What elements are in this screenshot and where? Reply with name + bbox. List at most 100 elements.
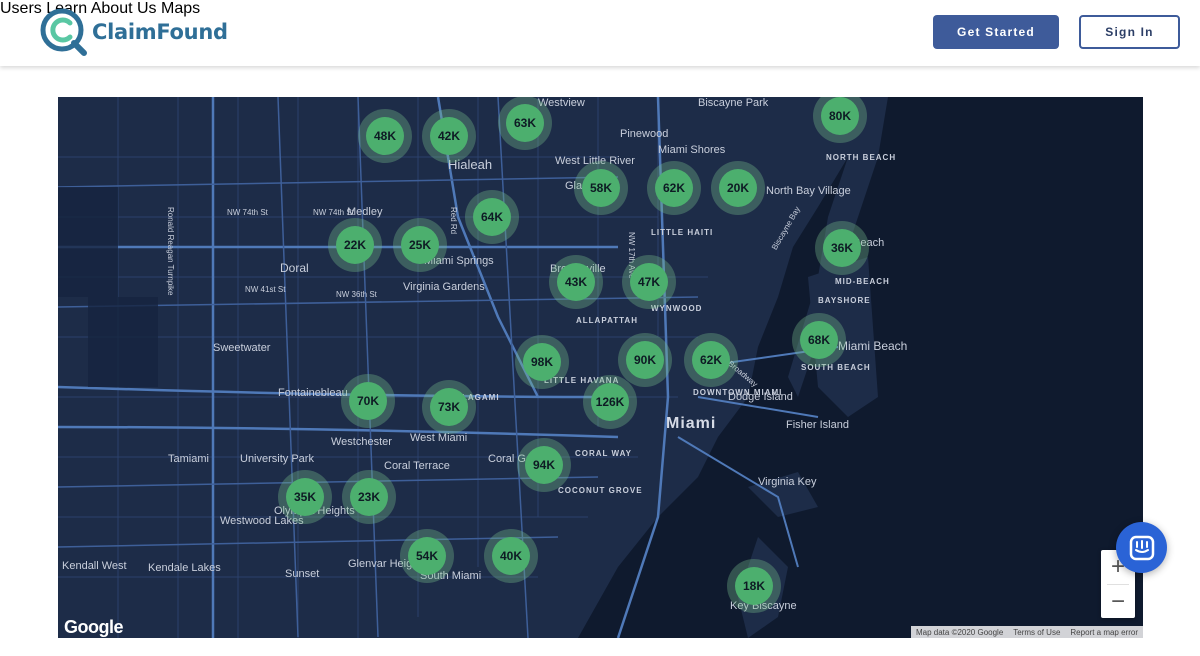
claim-cluster[interactable]: 70K xyxy=(341,374,395,428)
claim-cluster[interactable]: 58K xyxy=(574,161,628,215)
place-label: Sunset xyxy=(285,568,320,580)
cluster-count: 63K xyxy=(506,104,544,142)
cluster-count: 73K xyxy=(430,388,468,426)
chat-icon xyxy=(1129,535,1154,560)
cluster-count: 43K xyxy=(557,263,595,301)
place-label: West Miami xyxy=(410,432,468,444)
road-label: NW 41st St xyxy=(245,285,286,294)
claim-cluster[interactable]: 73K xyxy=(422,380,476,434)
cluster-count: 35K xyxy=(286,478,324,516)
place-label: Fontainebleau xyxy=(278,387,348,399)
road-label: NW 36th St xyxy=(336,290,377,299)
neighborhood-label: BAYSHORE xyxy=(818,296,871,305)
claim-cluster[interactable]: 63K xyxy=(498,97,552,150)
claim-cluster[interactable]: 90K xyxy=(618,333,672,387)
neighborhood-label: NORTH BEACH xyxy=(826,153,897,162)
place-label: Sweetwater xyxy=(213,342,271,354)
neighborhood-label: CORAL WAY xyxy=(575,449,633,458)
map-data-credit: Map data ©2020 Google xyxy=(915,627,1004,637)
claim-cluster[interactable]: 62K xyxy=(647,161,701,215)
neighborhood-label: ALLAPATTAH xyxy=(576,316,638,325)
get-started-button[interactable]: Get Started xyxy=(933,15,1059,49)
place-label: Westchester xyxy=(331,436,392,448)
place-label: University Park xyxy=(240,453,314,465)
cluster-count: 68K xyxy=(800,321,838,359)
chat-launcher-button[interactable] xyxy=(1116,522,1167,573)
report-error-link[interactable]: Report a map error xyxy=(1070,628,1138,637)
cluster-count: 94K xyxy=(525,446,563,484)
claim-cluster[interactable]: 43K xyxy=(549,255,603,309)
claim-cluster[interactable]: 68K xyxy=(792,313,846,367)
claim-cluster[interactable]: 20K xyxy=(711,161,765,215)
map-attribution: Map data ©2020 Google Terms of Use Repor… xyxy=(910,626,1143,638)
claim-cluster[interactable]: 47K xyxy=(622,255,676,309)
cluster-count: 80K xyxy=(821,97,859,135)
claim-cluster[interactable]: 64K xyxy=(465,190,519,244)
claims-map[interactable]: Hialeah Miami Shores Pinewood West Littl… xyxy=(58,97,1143,638)
place-label: Fisher Island xyxy=(786,419,849,431)
place-label: Tamiami xyxy=(168,453,209,465)
zoom-out-button[interactable]: − xyxy=(1101,585,1135,619)
road-label: Red Rd xyxy=(449,207,458,235)
claim-cluster[interactable]: 36K xyxy=(815,221,869,275)
claim-cluster[interactable]: 23K xyxy=(342,470,396,524)
cluster-count: 126K xyxy=(591,383,629,421)
neighborhood-label: LITTLE HAITI xyxy=(651,228,714,237)
site-header: ClaimFound Users Learn About Us Maps Get… xyxy=(0,0,1200,66)
nav-users[interactable]: Users xyxy=(0,0,42,17)
place-label: Miami Beach xyxy=(838,339,908,353)
road-label: Ronald Reagan Turnpike xyxy=(166,207,175,296)
logo[interactable]: ClaimFound xyxy=(40,8,228,56)
claim-cluster[interactable]: 18K xyxy=(727,559,781,613)
cluster-count: 70K xyxy=(349,382,387,420)
cluster-count: 18K xyxy=(735,567,773,605)
neighborhood-label: COCONUT GROVE xyxy=(558,486,643,495)
cluster-count: 64K xyxy=(473,198,511,236)
neighborhood-label: DOWNTOWN MIAMI xyxy=(693,388,783,397)
google-logo: Google xyxy=(64,617,124,637)
place-label: Biscayne Park xyxy=(698,97,769,109)
cluster-count: 48K xyxy=(366,117,404,155)
logo-mark-icon xyxy=(40,8,88,56)
brand-name: ClaimFound xyxy=(92,20,228,44)
claim-cluster[interactable]: 35K xyxy=(278,470,332,524)
claim-cluster[interactable]: 98K xyxy=(515,335,569,389)
claim-cluster[interactable]: 22K xyxy=(328,218,382,272)
cluster-count: 25K xyxy=(401,226,439,264)
road-label: NW 74th St xyxy=(313,208,354,217)
place-label: Virginia Gardens xyxy=(403,281,485,293)
sign-in-button[interactable]: Sign In xyxy=(1079,15,1180,49)
claim-cluster[interactable]: 126K xyxy=(583,375,637,429)
claim-cluster[interactable]: 94K xyxy=(517,438,571,492)
place-label: North Bay Village xyxy=(766,185,851,197)
cluster-count: 47K xyxy=(630,263,668,301)
neighborhood-label: MID-BEACH xyxy=(835,277,890,286)
place-label: Coral Terrace xyxy=(384,460,450,472)
road-label: NW 74th St xyxy=(227,208,268,217)
place-label: Doral xyxy=(280,261,309,275)
place-label: Pinewood xyxy=(620,128,669,140)
cluster-count: 36K xyxy=(823,229,861,267)
place-label: Kendall West xyxy=(62,560,127,572)
claim-cluster[interactable]: 42K xyxy=(422,109,476,163)
claim-cluster[interactable]: 54K xyxy=(400,529,454,583)
cluster-count: 42K xyxy=(430,117,468,155)
claim-cluster[interactable]: 25K xyxy=(393,218,447,272)
claim-cluster[interactable]: 40K xyxy=(484,529,538,583)
cluster-count: 62K xyxy=(692,341,730,379)
claim-cluster[interactable]: 48K xyxy=(358,109,412,163)
cluster-count: 40K xyxy=(492,537,530,575)
cluster-count: 54K xyxy=(408,537,446,575)
cluster-count: 58K xyxy=(582,169,620,207)
cluster-count: 62K xyxy=(655,169,693,207)
cluster-count: 23K xyxy=(350,478,388,516)
place-label: Virginia Key xyxy=(758,476,817,488)
cluster-count: 20K xyxy=(719,169,757,207)
terms-link[interactable]: Terms of Use xyxy=(1013,628,1060,637)
cluster-count: 22K xyxy=(336,226,374,264)
place-label: Kendale Lakes xyxy=(148,562,221,574)
cluster-count: 90K xyxy=(626,341,664,379)
place-label: Miami xyxy=(666,415,717,432)
cluster-count: 98K xyxy=(523,343,561,381)
claim-cluster[interactable]: 62K xyxy=(684,333,738,387)
